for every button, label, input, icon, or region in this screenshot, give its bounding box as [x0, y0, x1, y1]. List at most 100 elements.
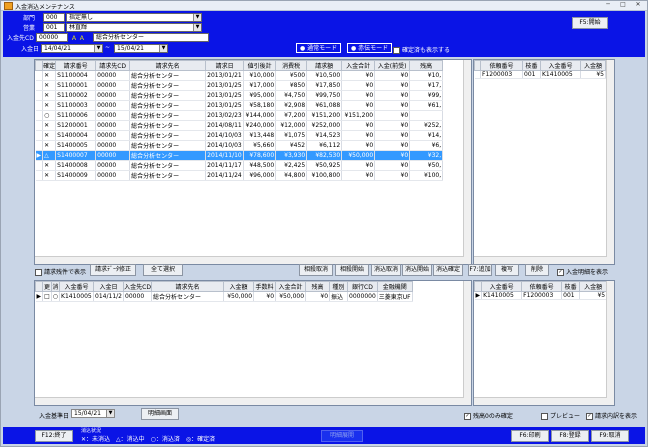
table-row[interactable]: ✕ S1400009 00000 総合分析センター 2014/11/24 ¥96,000 ¥…: [35, 170, 444, 181]
chevron-down-icon[interactable]: ▼: [106, 410, 114, 417]
table-row[interactable]: ○ S1100006 00000 総合分析センター 2013/02/23 ¥144,000…: [35, 110, 444, 121]
column-header[interactable]: 残高: [305, 281, 331, 292]
date-from-input[interactable]: 14/04/21 ▼: [41, 44, 103, 53]
column-header[interactable]: 消費税: [275, 60, 308, 71]
vertical-scrollbar[interactable]: [463, 60, 471, 264]
column-header[interactable]: 枝番: [561, 281, 581, 292]
show-remaining-checkbox[interactable]: 請求残件で表示: [35, 267, 86, 276]
vertical-scrollbar[interactable]: [606, 60, 614, 264]
table-row[interactable]: ✕ S1100002 00000 総合分析センター 2013/01/25 ¥95,000 ¥…: [35, 90, 444, 101]
column-header[interactable]: 請求日: [205, 60, 245, 71]
f12-exit-button[interactable]: F12:終了: [35, 430, 73, 442]
confirm-keshikomi-button[interactable]: 消込確定: [433, 264, 463, 276]
table-row[interactable]: F1200003 001 K1410005 ¥5: [474, 70, 606, 79]
checkbox-icon[interactable]: ✓: [586, 413, 593, 420]
expand-detail-button[interactable]: 明細展開: [321, 430, 363, 442]
column-header[interactable]: 確定: [42, 60, 57, 71]
column-header[interactable]: 入金先CD: [123, 281, 153, 292]
f7-add-button[interactable]: F7:追加: [468, 264, 492, 276]
chevron-down-icon[interactable]: ▼: [193, 14, 201, 21]
edit-seikyu-button[interactable]: 請求ﾃﾞｰﾀ修正: [90, 264, 136, 276]
column-header[interactable]: 請求先名: [129, 60, 207, 71]
column-header[interactable]: 更: [42, 281, 52, 292]
horizontal-scrollbar[interactable]: [35, 397, 464, 405]
table-row[interactable]: ✕ S1100003 00000 総合分析センター 2013/01/25 ¥58,180 ¥…: [35, 100, 444, 111]
column-header[interactable]: 請求額: [306, 60, 343, 71]
column-header[interactable]: 種別: [329, 281, 349, 292]
close-button[interactable]: ✕: [631, 1, 645, 9]
table-row[interactable]: ▶ K1410005 F1200003 001 ¥5: [474, 291, 608, 300]
nyukinsaki-name-input[interactable]: 総合分析センター: [93, 33, 209, 42]
bumon-code-input[interactable]: 000: [43, 13, 65, 22]
minimize-button[interactable]: ─: [601, 1, 615, 9]
checkbox-icon[interactable]: [35, 269, 42, 276]
column-header[interactable]: 入金(前受): [374, 60, 411, 71]
column-header[interactable]: 依頼番号: [521, 281, 563, 292]
column-header[interactable]: 請求先CD: [95, 60, 131, 71]
seikyu-detail-checkbox[interactable]: ✓ 請求内訳を表示: [586, 411, 637, 420]
horizontal-scrollbar[interactable]: [35, 256, 464, 264]
zero-confirm-checkbox[interactable]: ✓ 残高0のみ確定: [464, 411, 513, 420]
vertical-scrollbar[interactable]: [606, 281, 614, 405]
show-done-checkbox[interactable]: 確定済も表示する: [393, 45, 450, 54]
kijunbi-input[interactable]: 15/04/21 ▼: [71, 409, 115, 418]
bumon-select[interactable]: 指定無し ▼: [66, 13, 202, 22]
column-header[interactable]: [474, 281, 483, 292]
f5-start-button[interactable]: F5:開始: [572, 17, 608, 29]
column-header[interactable]: 値引後計: [243, 60, 277, 71]
start-keshikomi-button[interactable]: 消込開始: [402, 264, 432, 276]
column-header[interactable]: 金融機関: [376, 281, 413, 292]
table-row[interactable]: ✕ S1100004 00000 総合分析センター 2013/01/21 ¥10,000 ¥…: [35, 70, 444, 81]
table-row[interactable]: ▶ □ ○ K1410005 014/11/2 00000 総合分析センター ¥50,000 ¥…: [35, 291, 413, 302]
column-header[interactable]: 手数料: [253, 281, 277, 292]
column-header[interactable]: 残高: [409, 60, 444, 71]
vertical-scrollbar[interactable]: [463, 281, 471, 405]
f8-register-button[interactable]: F8:登録: [551, 430, 589, 442]
column-header[interactable]: [35, 281, 44, 292]
date-to-input[interactable]: 15/04/21 ▼: [114, 44, 168, 53]
checkbox-icon[interactable]: ✓: [464, 413, 471, 420]
nyukinsaki-code-input[interactable]: 00000: [36, 33, 68, 42]
table-row[interactable]: ✕ S1100001 00000 総合分析センター 2013/01/25 ¥17,000 ¥…: [35, 80, 444, 91]
copy-button[interactable]: 複写: [495, 264, 519, 276]
column-header[interactable]: 銀行CD: [347, 281, 378, 292]
checkbox-icon[interactable]: [393, 47, 400, 54]
column-header[interactable]: 入金額: [579, 281, 608, 292]
checkbox-icon[interactable]: ✓: [557, 269, 564, 276]
cancel-keshikomi-button[interactable]: 消込取消: [371, 264, 401, 276]
column-header[interactable]: 請求番号: [55, 60, 97, 71]
eigyo-select[interactable]: 林直輝 ▼: [66, 23, 202, 32]
column-header[interactable]: 入金番号: [481, 281, 523, 292]
column-header[interactable]: 入金合計: [275, 281, 307, 292]
table-row[interactable]: ✕ S1400004 00000 総合分析センター 2014/10/03 ¥13,448 ¥…: [35, 130, 444, 141]
preview-checkbox[interactable]: プレビュー: [541, 411, 580, 420]
detail-screen-button[interactable]: 明細画面: [141, 408, 179, 420]
start-offset-button[interactable]: 相殺開始: [335, 264, 369, 276]
column-header[interactable]: 入金額: [223, 281, 255, 292]
column-header[interactable]: 依頼番号: [480, 60, 523, 71]
chevron-down-icon[interactable]: ▼: [159, 45, 167, 52]
cancel-offset-button[interactable]: 相殺取消: [299, 264, 333, 276]
f6-print-button[interactable]: F6:印刷: [511, 430, 549, 442]
table-row[interactable]: ✕ S1400008 00000 総合分析センター 2014/11/17 ¥48,500 ¥…: [35, 160, 444, 171]
chevron-down-icon[interactable]: ▼: [94, 45, 102, 52]
checkbox-icon[interactable]: [541, 413, 548, 420]
column-header[interactable]: 消: [50, 281, 61, 292]
mode-normal-radio[interactable]: ● 通常モード: [296, 43, 342, 53]
column-header[interactable]: 請求先名: [151, 281, 225, 292]
mode-akaden-radio[interactable]: ● 赤伝モード: [347, 43, 393, 53]
select-all-button[interactable]: 全て選択: [143, 264, 183, 276]
column-header[interactable]: 入金番号: [540, 60, 581, 71]
table-row[interactable]: ✕ S1200001 00000 総合分析センター 2014/08/11 ¥240,000…: [35, 120, 444, 131]
table-row[interactable]: ✕ S1400005 00000 総合分析センター 2014/10/03 ¥5,660 ¥4…: [35, 140, 444, 151]
column-header[interactable]: [35, 60, 44, 71]
show-detail-checkbox[interactable]: ✓ 入金明細を表示: [557, 267, 608, 276]
column-header[interactable]: 枝番: [522, 60, 541, 71]
f9-cancel-button[interactable]: F9:取消: [591, 430, 629, 442]
table-row[interactable]: ▶ △ S1400007 00000 総合分析センター 2014/11/10 ¥78,600…: [35, 150, 444, 161]
maximize-button[interactable]: □: [616, 1, 630, 9]
column-header[interactable]: 入金番号: [59, 281, 95, 292]
chevron-down-icon[interactable]: ▼: [193, 24, 201, 31]
horizontal-scrollbar[interactable]: [474, 256, 607, 264]
horizontal-scrollbar[interactable]: [474, 397, 607, 405]
